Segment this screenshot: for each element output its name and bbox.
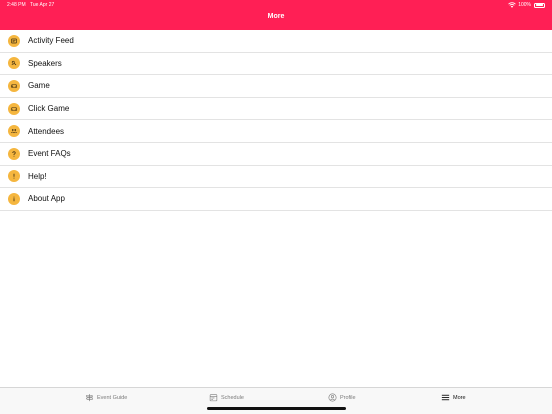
tab-profile[interactable]: Profile	[328, 393, 356, 402]
status-date: Tue Apr 27	[30, 2, 55, 8]
tab-event-guide[interactable]: Event Guide	[85, 393, 127, 402]
menu-item-help[interactable]: Help!	[0, 166, 552, 189]
status-right: 100%	[508, 0, 545, 10]
tab-label: Event Guide	[97, 394, 128, 401]
calendar-icon	[209, 394, 218, 402]
menu-item-about-app[interactable]: About App	[0, 188, 552, 211]
menu-item-game[interactable]: Game	[0, 75, 552, 98]
menu-item-click-game[interactable]: Click Game	[0, 98, 552, 121]
menu-item-label: Help!	[28, 171, 47, 181]
home-indicator[interactable]	[207, 407, 346, 410]
status-bar: 2:48 PM Tue Apr 27 100%	[0, 0, 552, 10]
menu-item-speakers[interactable]: Speakers	[0, 53, 552, 76]
menu-item-label: Event FAQs	[28, 149, 71, 159]
tab-label: More	[453, 394, 466, 401]
activity-feed-icon	[8, 34, 20, 47]
menu-item-label: Activity Feed	[28, 36, 74, 46]
status-time: 2:48 PM	[7, 2, 26, 8]
speakers-icon	[8, 57, 20, 70]
menu-item-attendees[interactable]: Attendees	[0, 120, 552, 143]
exclamation-icon	[8, 170, 20, 183]
menu-item-label: About App	[28, 194, 65, 204]
menu-item-label: Attendees	[28, 126, 65, 136]
menu-item-event-faqs[interactable]: Event FAQs	[0, 143, 552, 166]
menu-icon	[441, 394, 450, 401]
wifi-icon	[508, 2, 516, 8]
tab-schedule[interactable]: Schedule	[209, 393, 244, 402]
battery-percent: 100%	[518, 2, 531, 8]
tab-label: Profile	[340, 394, 356, 401]
tab-more[interactable]: More	[441, 393, 466, 402]
more-menu-list: Activity Feed Speakers Game Click Game A…	[0, 30, 552, 211]
menu-item-activity-feed[interactable]: Activity Feed	[0, 30, 552, 53]
menu-item-label: Game	[28, 81, 50, 91]
page-title: More	[267, 13, 285, 20]
signpost-icon	[85, 394, 94, 402]
game-icon	[8, 79, 20, 92]
question-icon	[8, 147, 20, 160]
nav-header: 2:48 PM Tue Apr 27 100% More	[0, 0, 552, 30]
click-game-icon	[8, 102, 20, 115]
attendees-icon	[8, 125, 20, 138]
person-icon	[328, 393, 337, 402]
menu-item-label: Click Game	[28, 104, 70, 114]
menu-item-label: Speakers	[28, 58, 62, 68]
info-icon	[8, 192, 20, 205]
battery-icon	[534, 2, 545, 8]
tab-label: Schedule	[221, 394, 244, 401]
